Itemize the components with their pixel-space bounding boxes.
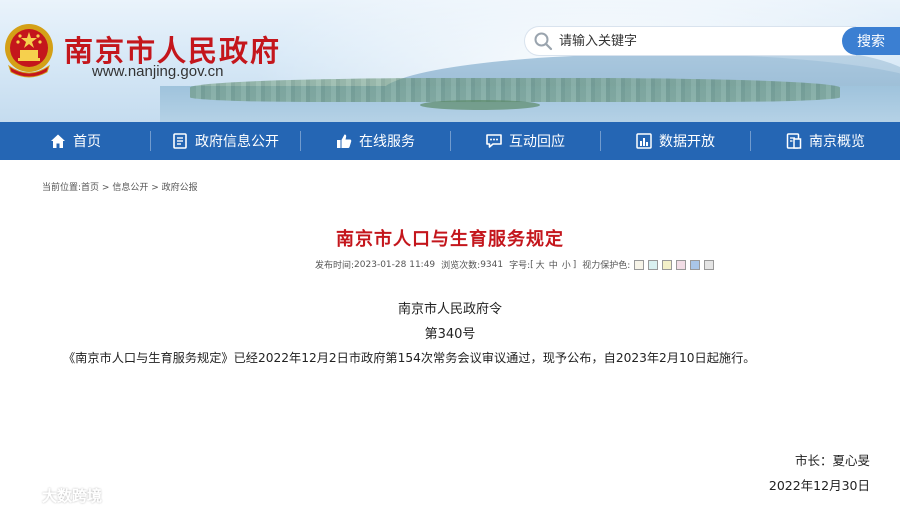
national-emblem-icon[interactable] [3, 22, 55, 80]
nav-item-label: 在线服务 [359, 134, 415, 150]
font-size-label: 字号: [509, 261, 531, 271]
eye-care-swatch[interactable] [648, 259, 659, 270]
breadcrumb-separator: > [99, 183, 113, 193]
decree-date: 2022年12月30日 [768, 478, 870, 493]
nav-item-online-service[interactable]: 在线服务 [300, 122, 450, 160]
watermark: 大数跨境 [8, 484, 102, 506]
font-size-medium[interactable]: 中 [547, 258, 560, 271]
watermark-text: 大数跨境 [42, 486, 103, 505]
main-nav: 首页 政府信息公开 在线服务 互动回应 数据开放 南京概览 [0, 122, 900, 160]
nav-item-home[interactable]: 首页 [0, 122, 150, 160]
breadcrumb: 当前位置:首页 > 信息公开 > 政府公报 [42, 180, 198, 193]
breadcrumb-separator: > [148, 183, 162, 193]
thumbs-up-icon [337, 134, 352, 148]
decree-issuer: 南京市人民政府令 [397, 302, 502, 317]
document-icon [173, 133, 187, 149]
eye-care-swatch[interactable] [662, 259, 673, 270]
eye-care-swatch[interactable] [690, 259, 701, 270]
mayor-signature: 市长：夏心旻 [794, 453, 870, 468]
nav-item-label: 南京概览 [809, 134, 865, 150]
nav-item-gov-info[interactable]: 政府信息公开 [150, 122, 300, 160]
decree-number: 第340号 [424, 327, 476, 342]
eye-care-label: 视力保护色: [582, 261, 631, 271]
view-count-label: 浏览次数: [441, 261, 481, 271]
article-meta: 发布时间: 2023-01-28 11:49 浏览次数: 9341 字号: [ … [315, 258, 715, 271]
search-icon [534, 32, 553, 51]
font-size-large[interactable]: 大 [534, 258, 547, 271]
nav-item-open-data[interactable]: 数据开放 [600, 122, 750, 160]
breadcrumb-prefix: 当前位置: [42, 183, 82, 193]
search-input[interactable] [559, 27, 849, 55]
watermark-logo-icon [8, 486, 37, 504]
breadcrumb-item-info[interactable]: 信息公开 [112, 183, 148, 193]
nav-item-label: 首页 [73, 134, 101, 150]
publish-time-label: 发布时间: [315, 261, 355, 271]
chat-icon [486, 134, 502, 148]
header-banner: 南京市人民政府 www.nanjing.gov.cn 搜索 [0, 0, 900, 122]
font-size-small[interactable]: 小 [560, 258, 573, 271]
article-body: 《南京市人口与生育服务规定》已经2022年12月2日市政府第154次常务会议审议… [63, 351, 756, 365]
breadcrumb-item-home[interactable]: 首页 [81, 183, 99, 193]
eye-care-swatch[interactable] [676, 259, 687, 270]
breadcrumb-item-gazette[interactable]: 政府公报 [162, 183, 198, 193]
search-box [525, 27, 855, 55]
article-title: 南京市人口与生育服务规定 [336, 229, 564, 250]
nav-item-label: 政府信息公开 [195, 134, 279, 150]
font-size-bracket: ] [572, 259, 577, 270]
search-button[interactable]: 搜索 [842, 27, 900, 55]
eye-care-swatch[interactable] [704, 259, 715, 270]
banner-treeline [190, 78, 840, 102]
publish-time: 2023-01-28 11:49 [354, 259, 436, 270]
banner-island [420, 100, 540, 110]
bar-chart-icon [636, 133, 652, 149]
nav-item-label: 互动回应 [509, 134, 565, 150]
nav-item-interaction[interactable]: 互动回应 [450, 122, 600, 160]
eye-care-swatches [634, 259, 715, 270]
eye-care-swatch[interactable] [634, 259, 645, 270]
home-icon [51, 134, 65, 148]
view-count: 9341 [480, 259, 504, 270]
site-url[interactable]: www.nanjing.gov.cn [92, 63, 223, 80]
overview-icon [786, 133, 802, 149]
nav-item-overview[interactable]: 南京概览 [750, 122, 900, 160]
nav-item-label: 数据开放 [659, 134, 715, 150]
